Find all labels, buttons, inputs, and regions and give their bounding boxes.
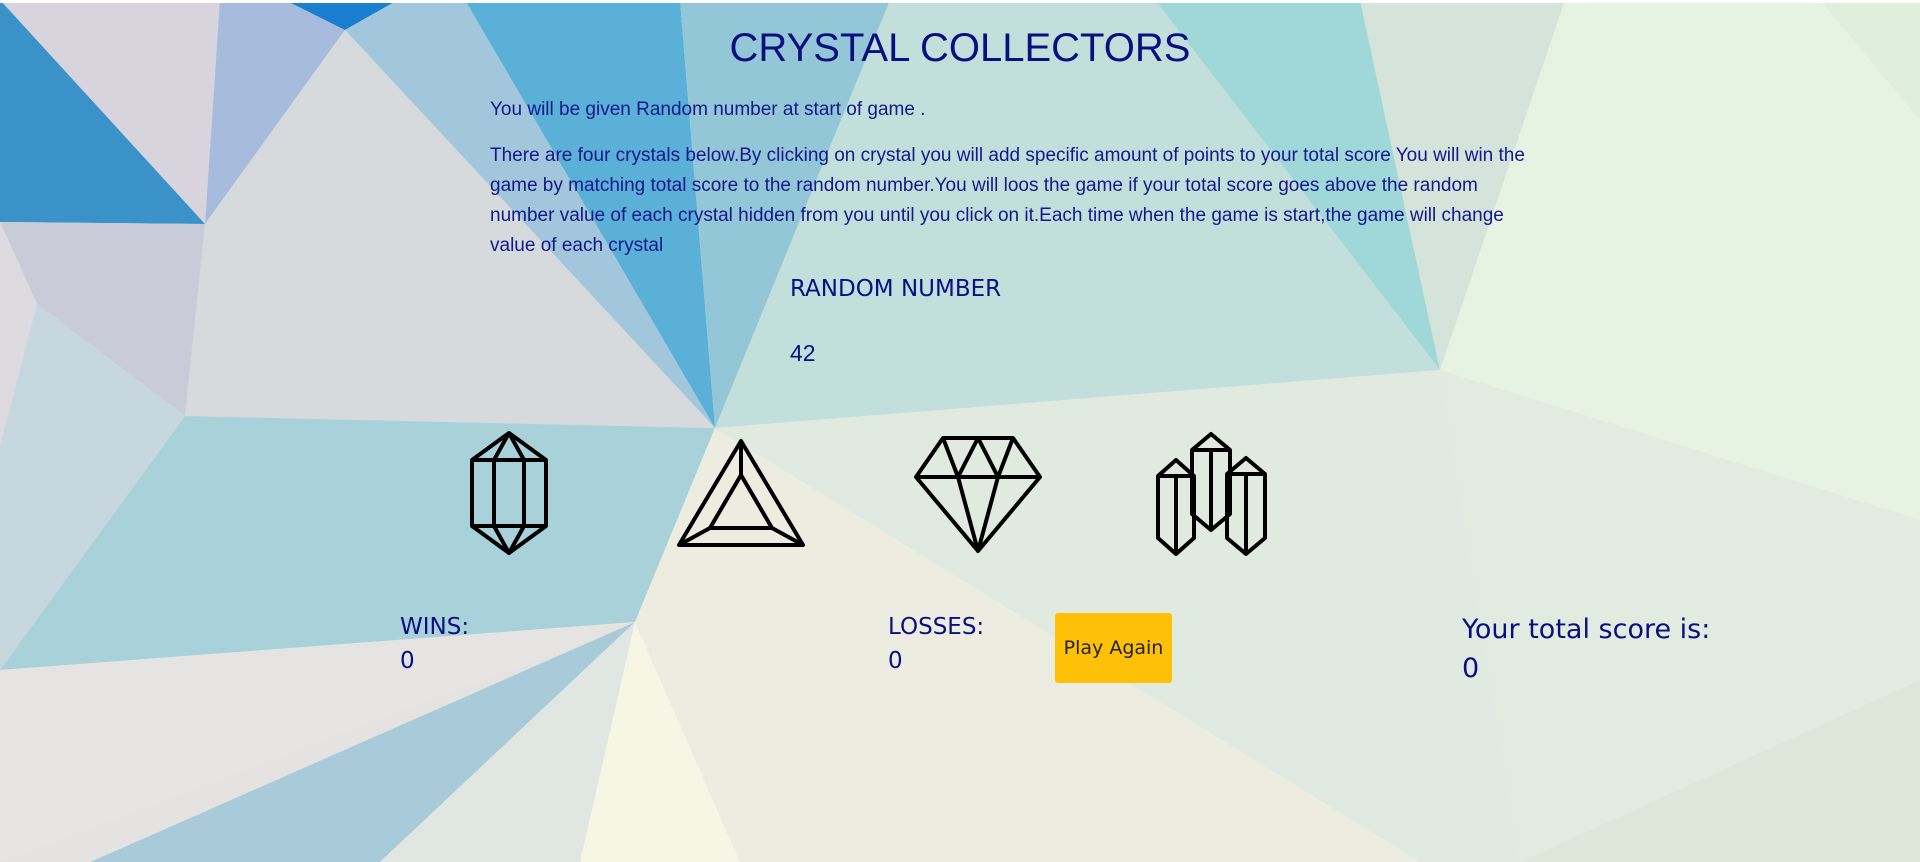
triangle-crystal-icon — [677, 439, 805, 547]
random-number-value: 42 — [790, 340, 816, 366]
page-title: CRYSTAL COLLECTORS — [729, 26, 1191, 70]
wins-value: 0 — [400, 648, 415, 674]
intro-text: You will be given Random number at start… — [490, 99, 926, 120]
total-score-value: 0 — [1462, 653, 1480, 684]
random-number-label: RANDOM NUMBER — [790, 276, 1002, 302]
wins-label: WINS: — [400, 614, 470, 640]
losses-label: LOSSES: — [888, 614, 985, 640]
crystal-cluster-icon — [1156, 432, 1267, 556]
crystal-button-3[interactable] — [913, 433, 1043, 555]
play-again-button[interactable]: Play Again — [1055, 613, 1172, 683]
total-score-label: Your total score is: — [1462, 614, 1711, 645]
diamond-crystal-icon — [914, 436, 1042, 553]
top-border — [0, 0, 1920, 3]
crystal-button-2[interactable] — [676, 437, 806, 549]
crystal-button-1[interactable] — [464, 430, 554, 556]
crystal-button-4[interactable] — [1150, 430, 1272, 556]
hexagonal-crystal-icon — [470, 431, 548, 555]
game-container: CRYSTAL COLLECTORS You will be given Ran… — [0, 0, 1920, 862]
rules-text: There are four crystals below.By clickin… — [490, 145, 1525, 256]
losses-value: 0 — [888, 648, 903, 674]
